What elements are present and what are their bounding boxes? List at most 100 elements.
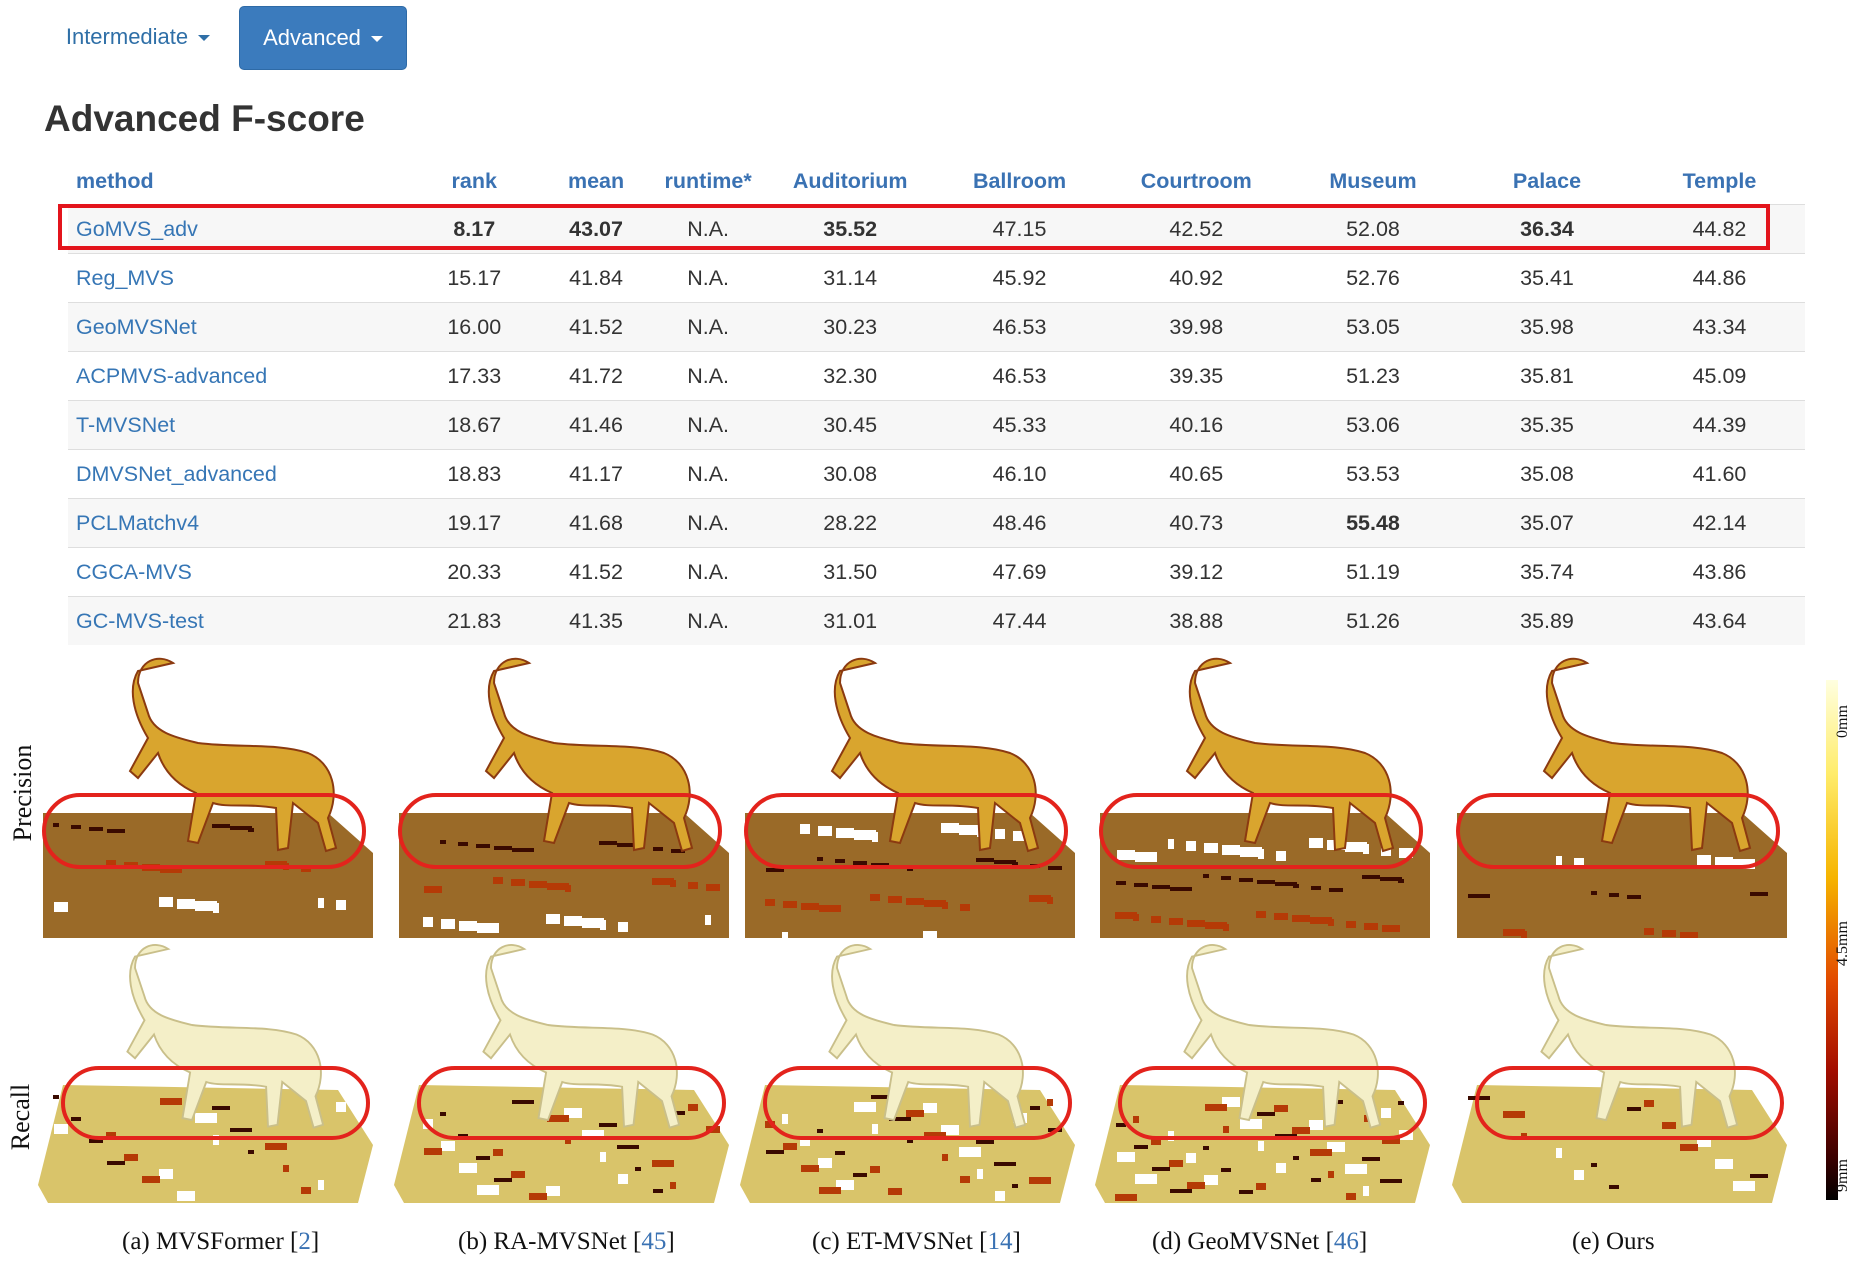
colorbar-label-top: 0mm — [1834, 705, 1851, 738]
precision-panel-4 — [1099, 657, 1430, 938]
table-cell: 42.14 — [1633, 498, 1805, 548]
table-cell: 35.08 — [1460, 449, 1634, 499]
table-row: ACPMVS-advanced 17.33 41.72 N.A. 32.30 46.53 3… — [68, 351, 1805, 401]
column-header-museum[interactable]: Museum — [1286, 158, 1460, 205]
column-header-auditorium[interactable]: Auditorium — [768, 158, 932, 205]
citation-link[interactable]: 45 — [641, 1228, 666, 1255]
table-cell: N.A. — [648, 547, 768, 597]
caption-bracket: ] — [1358, 1228, 1368, 1255]
table-cell: 41.84 — [543, 253, 649, 303]
fscore-table: method rank mean runtime* Auditorium Ballroom… — [68, 158, 1805, 645]
method-link[interactable]: CGCA-MVS — [68, 547, 405, 597]
table-cell: 40.73 — [1106, 498, 1286, 548]
table-cell: 53.53 — [1285, 449, 1461, 499]
method-link[interactable]: GC-MVS-test — [68, 596, 405, 645]
table-cell: 38.88 — [1106, 596, 1286, 645]
table-cell: 18.83 — [404, 449, 544, 499]
table-cell: 30.08 — [767, 449, 933, 499]
table-row: Reg_MVS 15.17 41.84 N.A. 31.14 45.92 40.92 52.7… — [68, 253, 1805, 303]
table-cell: 51.23 — [1285, 351, 1461, 401]
table-cell: 16.00 — [404, 302, 544, 352]
column-header-courtroom[interactable]: Courtroom — [1107, 158, 1286, 205]
method-link[interactable]: Reg_MVS — [68, 253, 405, 303]
table-cell: 40.16 — [1106, 400, 1286, 450]
intermediate-dropdown[interactable]: Intermediate — [58, 6, 218, 68]
caption-4: (d) GeoMVSNet [46] — [1152, 1228, 1367, 1256]
method-link[interactable]: DMVSNet_advanced — [68, 449, 405, 499]
recall-panel-1 — [38, 944, 373, 1203]
table-cell: 40.65 — [1106, 449, 1286, 499]
advanced-dropdown[interactable]: Advanced — [239, 6, 407, 70]
table-cell: 46.53 — [932, 351, 1107, 401]
table-cell: 48.46 — [932, 498, 1107, 548]
row-label-recall: Recall — [6, 1083, 35, 1151]
caption-text: (c) ET-MVSNet [ — [812, 1228, 988, 1255]
column-header-rank[interactable]: rank — [405, 158, 544, 205]
table-cell: 39.35 — [1106, 351, 1286, 401]
caption-5: (e) Ours — [1572, 1228, 1655, 1256]
table-cell: 19.17 — [404, 498, 544, 548]
method-link[interactable]: ACPMVS-advanced — [68, 351, 405, 401]
page-title: Advanced F-score — [44, 98, 365, 139]
table-cell: 44.39 — [1633, 400, 1805, 450]
table-cell: 35.41 — [1460, 253, 1634, 303]
table-header-row: method rank mean runtime* Auditorium Ballroom… — [68, 158, 1805, 205]
table-cell: 39.98 — [1106, 302, 1286, 352]
table-cell: 39.12 — [1106, 547, 1286, 597]
table-row: DMVSNet_advanced 18.83 41.17 N.A. 30.08 46.10… — [68, 449, 1805, 499]
precision-panel-3 — [744, 657, 1075, 938]
table-cell: N.A. — [648, 498, 768, 548]
table-row: PCLMatchv4 19.17 41.68 N.A. 28.22 48.46 40.73 5… — [68, 498, 1805, 548]
table-cell: 28.22 — [767, 498, 933, 548]
table-cell: 45.33 — [932, 400, 1107, 450]
column-header-ballroom[interactable]: Ballroom — [932, 158, 1106, 205]
table-cell: 35.81 — [1460, 351, 1634, 401]
table-cell: 52.76 — [1285, 253, 1461, 303]
method-link[interactable]: PCLMatchv4 — [68, 498, 405, 548]
column-header-mean[interactable]: mean — [544, 158, 649, 205]
method-link[interactable]: GoMVS_adv — [68, 204, 405, 254]
table-cell: 52.08 — [1285, 204, 1461, 254]
colorbar-label-mid: 4.5mm — [1834, 921, 1851, 966]
recall-panel-5 — [1452, 944, 1787, 1203]
row-label-precision: Precision — [8, 744, 37, 842]
column-header-palace[interactable]: Palace — [1460, 158, 1634, 205]
citation-link[interactable]: 2 — [298, 1228, 311, 1255]
table-cell: N.A. — [648, 596, 768, 645]
table-cell: 20.33 — [404, 547, 544, 597]
caption-1: (a) MVSFormer [2] — [122, 1228, 319, 1256]
table-cell: 15.17 — [404, 253, 544, 303]
table-cell: 41.52 — [543, 302, 649, 352]
recall-panel-3 — [740, 944, 1075, 1203]
intermediate-label: Intermediate — [65, 24, 189, 49]
table-cell: 44.86 — [1633, 253, 1805, 303]
table-cell: 35.89 — [1460, 596, 1634, 645]
method-link[interactable]: T-MVSNet — [68, 400, 405, 450]
table-cell: 35.52 — [767, 204, 933, 254]
table-cell: 31.50 — [767, 547, 933, 597]
table-cell: N.A. — [648, 400, 768, 450]
table-cell: 31.01 — [767, 596, 933, 645]
precision-panel-2 — [398, 657, 729, 938]
table-cell: 18.67 — [404, 400, 544, 450]
caret-down-icon — [370, 36, 383, 42]
column-header-method[interactable]: method — [68, 158, 405, 205]
table-cell: 53.06 — [1285, 400, 1461, 450]
table-cell: 45.92 — [932, 253, 1107, 303]
citation-link[interactable]: 14 — [987, 1228, 1012, 1255]
table-cell: 47.69 — [932, 547, 1107, 597]
citation-link[interactable]: 46 — [1334, 1228, 1359, 1255]
column-header-runtime[interactable]: runtime* — [648, 158, 768, 205]
caret-down-icon — [198, 35, 211, 41]
table-cell: 41.68 — [543, 498, 649, 548]
caption-2: (b) RA-MVSNet [45] — [458, 1228, 675, 1256]
table-cell: N.A. — [648, 351, 768, 401]
table-cell: 17.33 — [404, 351, 544, 401]
method-link[interactable]: GeoMVSNet — [68, 302, 405, 352]
table-cell: 45.09 — [1633, 351, 1805, 401]
recall-panel-4 — [1095, 944, 1430, 1203]
table-cell: 41.35 — [543, 596, 649, 645]
table-cell: 51.26 — [1285, 596, 1461, 645]
column-header-temple[interactable]: Temple — [1634, 158, 1805, 205]
table-cell: 35.98 — [1460, 302, 1634, 352]
